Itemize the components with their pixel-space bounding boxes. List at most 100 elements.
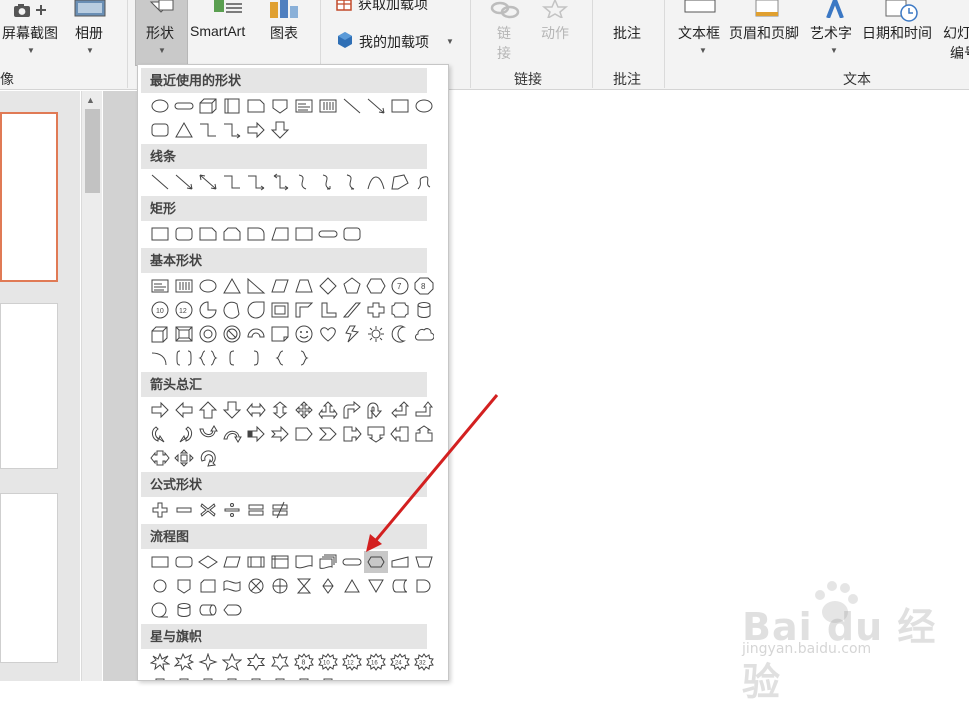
- basic-sun-shape[interactable]: [364, 323, 388, 345]
- basic-diamond-shape[interactable]: [316, 275, 340, 297]
- flowchart-fcMagDisk-shape[interactable]: [172, 599, 196, 621]
- stars-explosion1-shape[interactable]: [148, 651, 172, 673]
- stars-banner-shape[interactable]: [268, 675, 292, 680]
- basic-cloud-shape[interactable]: [412, 323, 436, 345]
- arrows-arrR-shape[interactable]: [148, 399, 172, 421]
- equation-eqNotEqual-shape[interactable]: [268, 499, 292, 521]
- lines-dblArrow-shape[interactable]: [196, 171, 220, 193]
- rect-rect-shape[interactable]: [292, 223, 316, 245]
- basic-textbox-shape[interactable]: [148, 275, 172, 297]
- recent-rrect-shape[interactable]: [148, 119, 172, 141]
- basic-dodecagon-shape[interactable]: 12: [172, 299, 196, 321]
- basic-diagStripe-shape[interactable]: [340, 299, 364, 321]
- flowchart-fcPrep-shape[interactable]: [364, 551, 388, 573]
- lines-line-shape[interactable]: [148, 171, 172, 193]
- arrows-calloutR-shape[interactable]: [340, 423, 364, 445]
- basic-plaque-shape[interactable]: [388, 299, 412, 321]
- flowchart-fcOr-shape[interactable]: [268, 575, 292, 597]
- equation-eqMinus-shape[interactable]: [172, 499, 196, 521]
- rect-round1-shape[interactable]: [244, 223, 268, 245]
- thumbnail-scrollbar[interactable]: ▲: [81, 91, 102, 681]
- recent-cube-shape[interactable]: [196, 95, 220, 117]
- stars-banner-shape[interactable]: [244, 675, 268, 680]
- rect-trap-shape[interactable]: [268, 223, 292, 245]
- rect-rrect-shape[interactable]: [340, 223, 364, 245]
- basic-heart-shape[interactable]: [316, 323, 340, 345]
- stars-banner-shape[interactable]: [292, 675, 316, 680]
- basic-decagon-shape[interactable]: 10: [148, 299, 172, 321]
- basic-halfframe-shape[interactable]: [292, 299, 316, 321]
- arrows-arrD-shape[interactable]: [220, 399, 244, 421]
- flowchart-fcDecision-shape[interactable]: [196, 551, 220, 573]
- arrows-arrL-shape[interactable]: [172, 399, 196, 421]
- flowchart-fcCollate-shape[interactable]: [292, 575, 316, 597]
- stars-star7-shape[interactable]: [268, 651, 292, 673]
- basic-can-shape[interactable]: [412, 299, 436, 321]
- flowchart-fcManualOp-shape[interactable]: [412, 551, 436, 573]
- flowchart-fcSumJ-shape[interactable]: [244, 575, 268, 597]
- basic-teardrop-shape[interactable]: [244, 299, 268, 321]
- photo-album-button[interactable]: 相册: [75, 23, 103, 43]
- rect-snip-shape[interactable]: [196, 223, 220, 245]
- flowchart-fcAlt-shape[interactable]: [172, 551, 196, 573]
- flowchart-fcOffPage-shape[interactable]: [172, 575, 196, 597]
- stars-starN10-shape[interactable]: 10: [316, 651, 340, 673]
- lines-arrowLine-shape[interactable]: [172, 171, 196, 193]
- action-button[interactable]: 动作: [541, 23, 569, 43]
- equation-eqPlus-shape[interactable]: [148, 499, 172, 521]
- chart-button[interactable]: 图表: [270, 23, 298, 43]
- flowchart-fcTape-shape[interactable]: [220, 575, 244, 597]
- stars-banner-shape[interactable]: [148, 675, 172, 680]
- basic-parallelogram-shape[interactable]: [268, 275, 292, 297]
- arrows-arrLR-shape[interactable]: [244, 399, 268, 421]
- recent-elbowArrow-shape[interactable]: [220, 119, 244, 141]
- lines-freeform-shape[interactable]: [388, 171, 412, 193]
- lines-elbow-shape[interactable]: [220, 171, 244, 193]
- recent-oval-shape[interactable]: [412, 95, 436, 117]
- equation-eqDiv-shape[interactable]: [220, 499, 244, 521]
- rect-snip2-shape[interactable]: [220, 223, 244, 245]
- flowchart-fcDelay-shape[interactable]: [412, 575, 436, 597]
- recent-textbox-shape[interactable]: [292, 95, 316, 117]
- flowchart-fcInternal-shape[interactable]: [268, 551, 292, 573]
- lines-arc-shape[interactable]: [364, 171, 388, 193]
- arrows-arrUturn-shape[interactable]: [364, 399, 388, 421]
- link-button-bottom[interactable]: 接: [497, 43, 511, 63]
- basic-bevel-shape[interactable]: [172, 323, 196, 345]
- rect-pill-shape[interactable]: [316, 223, 340, 245]
- arrows-arrUD-shape[interactable]: [268, 399, 292, 421]
- recent-snip-shape[interactable]: [244, 95, 268, 117]
- flowchart-fcData-shape[interactable]: [220, 551, 244, 573]
- flowchart-fcConn-shape[interactable]: [148, 575, 172, 597]
- recent-oval-shape[interactable]: [148, 95, 172, 117]
- arrows-calloutLR-shape[interactable]: [148, 447, 172, 469]
- basic-lightning-shape[interactable]: [340, 323, 364, 345]
- arrows-arrCurvR-shape[interactable]: [148, 423, 172, 445]
- arrows-arrBent-shape[interactable]: [340, 399, 364, 421]
- basic-heptagon-shape[interactable]: 7: [388, 275, 412, 297]
- flowchart-fcProcess-shape[interactable]: [148, 551, 172, 573]
- flowchart-fcDoc-shape[interactable]: [292, 551, 316, 573]
- rect-rrect-shape[interactable]: [172, 223, 196, 245]
- stars-starN12-shape[interactable]: 12: [340, 651, 364, 673]
- stars-banner-shape[interactable]: [220, 675, 244, 680]
- stars-starN32-shape[interactable]: 32: [412, 651, 436, 673]
- scroll-up-arrow-icon[interactable]: ▲: [86, 95, 95, 105]
- lines-curve-shape[interactable]: [292, 171, 316, 193]
- stars-banner-shape[interactable]: [172, 675, 196, 680]
- recent-arrR-shape[interactable]: [244, 119, 268, 141]
- flowchart-fcExtract-shape[interactable]: [340, 575, 364, 597]
- arrows-arrU-shape[interactable]: [196, 399, 220, 421]
- slide-thumbnail-2[interactable]: [0, 303, 58, 469]
- my-addins-button[interactable]: 我的加载项: [359, 32, 429, 52]
- flowchart-fcMultiDoc-shape[interactable]: [316, 551, 340, 573]
- comment-button[interactable]: 批注: [613, 23, 641, 43]
- recent-arrowLine-shape[interactable]: [364, 95, 388, 117]
- wordart-caret-icon[interactable]: ▼: [830, 46, 838, 55]
- shapes-button[interactable]: 形状: [146, 23, 174, 43]
- basic-triangle-shape[interactable]: [220, 275, 244, 297]
- flowchart-fcCard-shape[interactable]: [196, 575, 220, 597]
- wordart-button[interactable]: 艺术字: [810, 23, 852, 43]
- stars-star6-shape[interactable]: [244, 651, 268, 673]
- equation-eqEqual-shape[interactable]: [244, 499, 268, 521]
